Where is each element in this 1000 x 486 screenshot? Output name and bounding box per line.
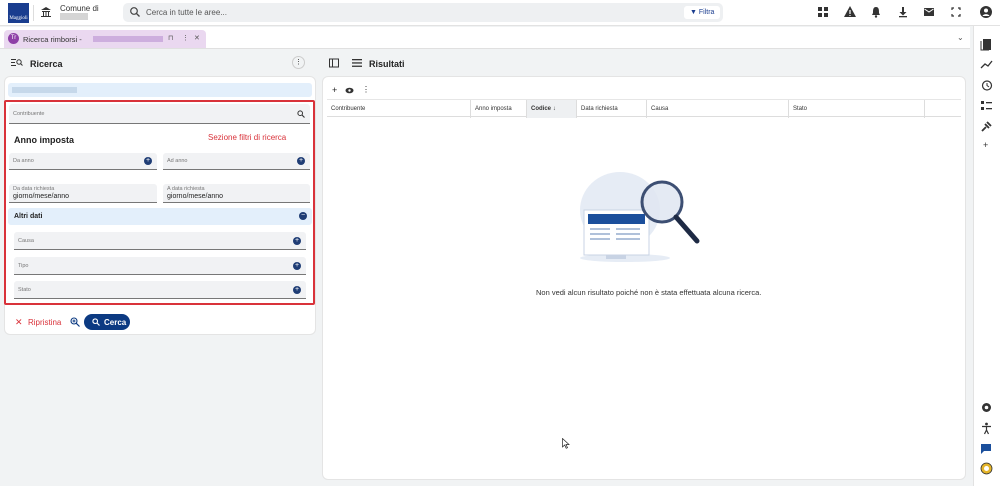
close-icon: ✕ (15, 317, 23, 327)
column-data-richiesta[interactable]: Data richiesta (577, 100, 647, 118)
mouse-cursor-icon (562, 438, 570, 449)
bookmarks-icon[interactable] (980, 38, 993, 51)
fullscreen-icon[interactable] (949, 5, 963, 19)
download-icon[interactable] (896, 5, 910, 19)
results-panel-title: Risultati (369, 59, 405, 69)
column-label: Stato (793, 106, 808, 112)
accessibility-icon[interactable] (980, 422, 993, 435)
gear-icon[interactable] (980, 401, 993, 414)
checklist-icon[interactable] (980, 99, 993, 112)
add-icon[interactable]: + (983, 140, 988, 150)
history-icon[interactable] (980, 79, 993, 92)
tab-app-badge: Tr (8, 33, 19, 44)
comune-name-redacted (60, 13, 88, 20)
search-list-icon (11, 59, 23, 66)
empty-results-message: Non vedi alcun risultato poiché non è st… (536, 288, 762, 297)
bell-icon[interactable] (869, 5, 883, 19)
column-contribuente[interactable]: Contribuente (327, 100, 471, 118)
sidebar-toggle-icon[interactable] (329, 58, 339, 68)
comune-label: Comune di (60, 4, 99, 13)
filter-label: Filtra (698, 9, 715, 16)
results-panel (322, 76, 966, 480)
global-search[interactable]: Cerca in tutte le aree... ▼ Filtra (123, 3, 723, 22)
search-icon (92, 318, 100, 326)
column-codice[interactable]: Codice ↓ (527, 100, 577, 118)
tab-bar: Tr Ricerca rimborsi - ⊓ ⋮ ✕ (0, 27, 970, 49)
tab-ricerca-rimborsi[interactable]: Tr Ricerca rimborsi - ⊓ ⋮ ✕ (4, 30, 206, 48)
search-panel-title: Ricerca (30, 59, 63, 69)
search-button[interactable]: Cerca (84, 314, 130, 330)
column-label: Causa (651, 106, 669, 112)
search-icon (130, 7, 140, 17)
filter-section-highlight (4, 100, 315, 305)
column-label: Codice (531, 106, 552, 112)
chat-icon[interactable] (980, 442, 993, 455)
filter-button[interactable]: ▼ Filtra (684, 6, 720, 19)
tab-menu-icon[interactable]: ⋮ (182, 34, 189, 42)
column-causa[interactable]: Causa (647, 100, 789, 118)
more-icon[interactable]: ⋮ (362, 85, 370, 94)
reset-label: Ripristina (28, 318, 62, 327)
reset-button[interactable]: ✕ Ripristina (10, 315, 64, 330)
empty-search-illustration (580, 172, 700, 262)
account-icon[interactable] (979, 5, 993, 19)
chevron-down-icon[interactable]: ⌄ (957, 33, 964, 42)
trend-icon[interactable] (980, 58, 993, 71)
results-table-header: Contribuente Anno imposta Codice ↓ Data … (327, 99, 961, 118)
plugin-icon[interactable] (980, 120, 993, 133)
panel-menu-icon[interactable]: ⋮ (292, 56, 305, 69)
maggioli-logo[interactable]: Maggioli (8, 3, 29, 23)
search-placeholder: Cerca in tutte le aree... (146, 8, 227, 17)
add-icon[interactable]: + (332, 85, 337, 95)
warning-icon[interactable] (843, 5, 857, 19)
column-stato[interactable]: Stato (789, 100, 925, 118)
right-sidebar (973, 26, 1000, 486)
logo-text: Maggioli (9, 16, 28, 21)
close-icon[interactable]: ✕ (194, 34, 200, 42)
saved-filter-bar[interactable] (8, 83, 312, 97)
eye-icon[interactable] (345, 87, 354, 94)
tab-label: Ricerca rimborsi - (23, 35, 82, 44)
bank-icon[interactable] (40, 6, 52, 18)
list-icon (352, 59, 362, 67)
divider (33, 5, 34, 21)
column-anno-imposta[interactable]: Anno imposta (471, 100, 527, 118)
search-button-label: Cerca (104, 318, 127, 327)
mail-icon[interactable] (922, 5, 936, 19)
tab-label-redacted (93, 36, 163, 42)
top-bar: Maggioli Comune di Cerca in tutte le are… (0, 0, 1000, 26)
saved-filter-redacted (12, 87, 77, 93)
column-label: Anno imposta (475, 106, 512, 112)
zoom-search-icon[interactable] (70, 317, 80, 327)
apps-icon[interactable] (816, 5, 830, 19)
column-label: Contribuente (331, 106, 366, 112)
column-label: Data richiesta (581, 106, 618, 112)
sort-arrow-icon: ↓ (552, 106, 556, 112)
support-icon[interactable] (980, 462, 993, 475)
bookmark-icon[interactable]: ⊓ (168, 34, 173, 42)
